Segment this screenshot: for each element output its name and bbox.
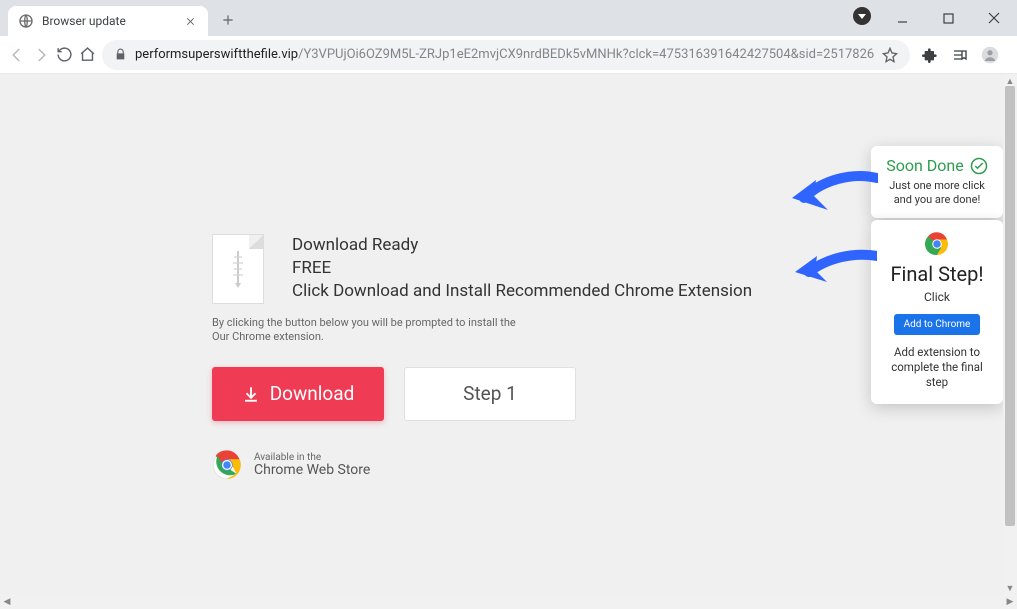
browser-toolbar: performsuperswiftthefile.vip/Y3VPUjOi6OZ…	[0, 36, 1017, 74]
headline-ready: Download Ready	[292, 234, 752, 257]
forward-button[interactable]	[32, 41, 50, 69]
headlines: Download Ready FREE Click Download and I…	[292, 234, 752, 304]
soon-done-card: Soon Done Just one more click and you ar…	[871, 146, 1003, 218]
scroll-left-arrow-icon[interactable]: ◀	[0, 595, 14, 609]
tab-title: Browser update	[42, 14, 182, 28]
home-button[interactable]	[79, 41, 96, 69]
step-button[interactable]: Step 1	[404, 367, 576, 421]
tabs-area: Browser update	[0, 0, 242, 36]
back-button[interactable]	[8, 41, 26, 69]
headline-free: FREE	[292, 257, 752, 280]
final-step-title: Final Step!	[881, 262, 993, 286]
final-step-subtitle: Click	[881, 290, 993, 304]
chrome-logo-icon	[212, 450, 242, 480]
address-bar[interactable]: performsuperswiftthefile.vip/Y3VPUjOi6OZ…	[102, 40, 910, 70]
vertical-scrollbar[interactable]: ▲ ▼	[1003, 74, 1017, 595]
store-name-label: Chrome Web Store	[254, 463, 370, 478]
browser-menu-dot-icon[interactable]	[853, 7, 871, 25]
chrome-web-store-badge: Available in the Chrome Web Store	[212, 450, 370, 480]
globe-icon	[18, 13, 34, 29]
page-viewport: Download Ready FREE Click Download and I…	[0, 74, 1017, 595]
url-host: performsuperswiftthefile.vip	[135, 47, 298, 62]
url-text: performsuperswiftthefile.vip/Y3VPUjOi6OZ…	[135, 47, 874, 62]
disclaimer-line1: By clicking the button below you will be…	[212, 316, 963, 330]
titlebar: Browser update	[0, 0, 1017, 36]
final-step-card: Final Step! Click Add to Chrome Add exte…	[871, 220, 1003, 404]
download-button-label: Download	[270, 382, 355, 405]
pointer-arrow-icon	[795, 248, 877, 292]
lock-icon	[114, 48, 127, 61]
checkmark-icon	[970, 157, 988, 175]
scroll-down-arrow-icon[interactable]: ▼	[1003, 581, 1017, 595]
vertical-scroll-thumb[interactable]	[1005, 86, 1015, 526]
url-path: /Y3VPUjOi6OZ9M5L-ZRJp1eE2mvjCX9nrdBEDk5v…	[298, 47, 874, 62]
step-button-label: Step 1	[463, 382, 517, 405]
new-tab-button[interactable]	[214, 6, 242, 34]
kebab-menu-icon[interactable]	[1006, 41, 1017, 69]
extensions-icon[interactable]	[916, 41, 944, 69]
headline-instruction: Click Download and Install Recommended C…	[292, 280, 752, 303]
profile-icon[interactable]	[976, 41, 1004, 69]
final-step-hint: Add extension to complete the final step	[881, 345, 993, 390]
disclaimer-line2: Our Chrome extension.	[212, 330, 963, 344]
window-controls	[853, 0, 1017, 36]
scroll-right-arrow-icon[interactable]: ▶	[1003, 595, 1017, 609]
chrome-logo-icon	[925, 232, 949, 256]
add-to-chrome-button[interactable]: Add to Chrome	[894, 314, 981, 335]
close-window-button[interactable]	[971, 3, 1017, 33]
reading-list-icon[interactable]	[946, 41, 974, 69]
file-icon	[212, 234, 264, 304]
close-tab-icon[interactable]	[182, 13, 198, 29]
maximize-button[interactable]	[925, 3, 971, 33]
horizontal-scrollbar[interactable]: ◀ ▶	[0, 595, 1017, 609]
bookmark-star-icon[interactable]	[882, 47, 898, 63]
download-button[interactable]: Download	[212, 367, 384, 421]
reload-button[interactable]	[56, 41, 73, 69]
download-arrow-icon	[242, 385, 260, 403]
toolbar-right-icons	[916, 41, 1017, 69]
browser-tab[interactable]: Browser update	[8, 6, 208, 36]
soon-done-title: Soon Done	[886, 156, 964, 175]
pointer-arrow-icon	[792, 170, 878, 222]
disclaimer: By clicking the button below you will be…	[212, 316, 963, 345]
page-content: Download Ready FREE Click Download and I…	[0, 74, 1003, 595]
soon-done-subtitle: Just one more click and you are done!	[883, 179, 991, 208]
minimize-button[interactable]	[879, 3, 925, 33]
